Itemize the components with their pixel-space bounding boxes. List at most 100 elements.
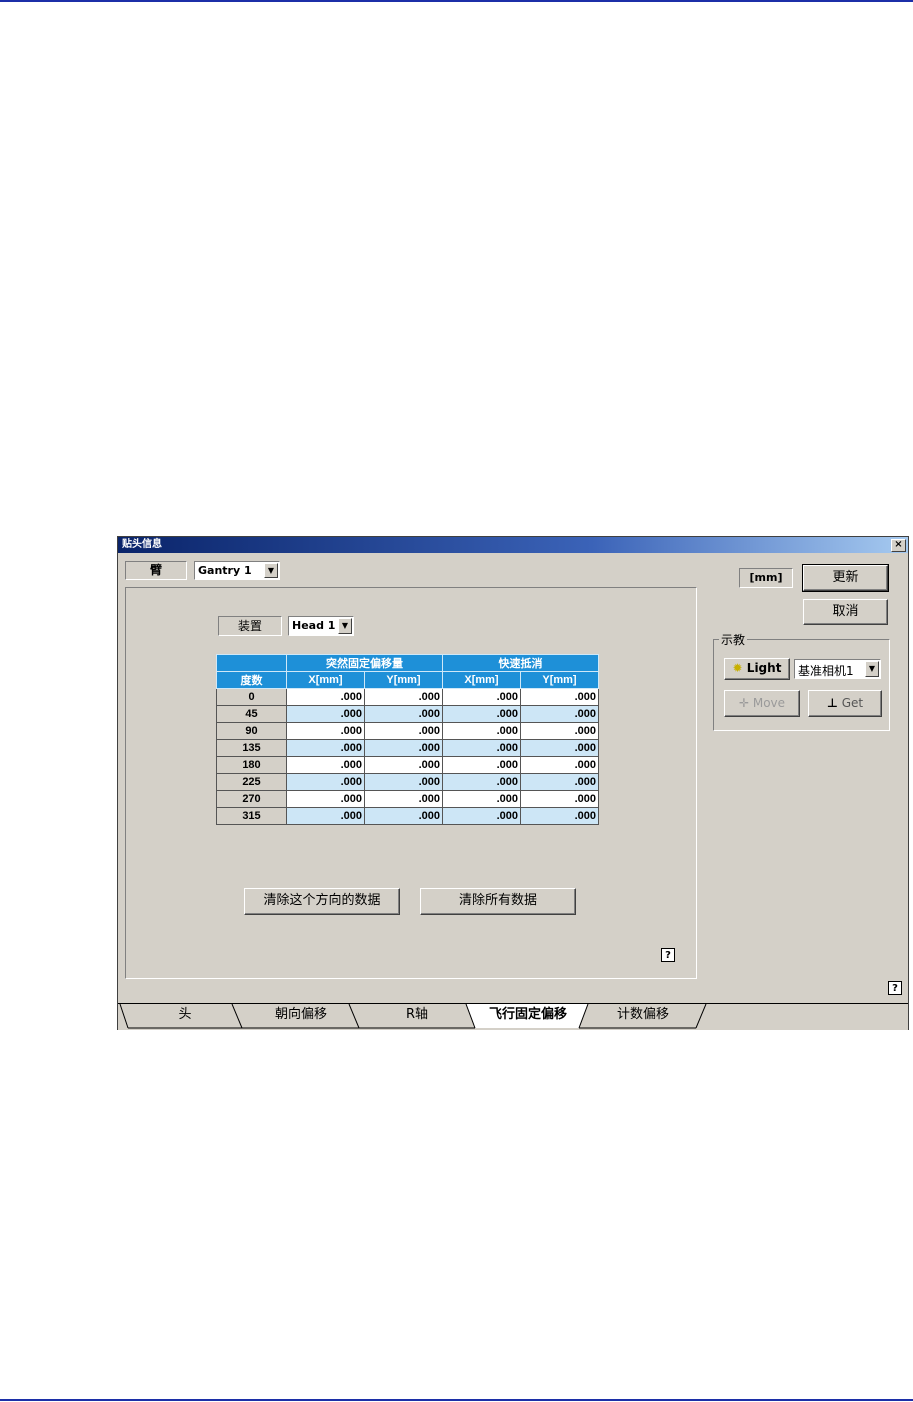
column-header-y2: Y[mm]	[520, 671, 599, 689]
table-column-header-row: 度数 X[mm] Y[mm] X[mm] Y[mm]	[216, 671, 599, 689]
column-header-x2: X[mm]	[442, 671, 521, 689]
value-cell[interactable]: .000	[364, 756, 443, 774]
move-button-label: Move	[752, 696, 786, 710]
value-cell[interactable]: .000	[364, 688, 443, 706]
camera-select-value: 基准相机1	[798, 664, 854, 678]
arm-select[interactable]: Gantry 1 ▼	[194, 561, 280, 580]
value-cell[interactable]: .000	[286, 739, 365, 757]
tab-r-axis[interactable]: R轴	[363, 1004, 471, 1030]
update-button[interactable]: 更新	[802, 564, 889, 592]
value-cell[interactable]: .000	[442, 688, 521, 706]
group-header-sudden-offset: 突然固定偏移量	[286, 654, 443, 672]
value-cell[interactable]: .000	[364, 739, 443, 757]
page-top-rule	[0, 0, 913, 2]
cancel-button[interactable]: 取消	[803, 599, 888, 625]
get-button-label: Get	[841, 696, 864, 710]
column-header-y1: Y[mm]	[364, 671, 443, 689]
chevron-down-icon[interactable]: ▼	[338, 618, 352, 634]
tab-count-offset[interactable]: 计数偏移	[593, 1004, 693, 1030]
group-header-quick-cancel: 快速抵消	[442, 654, 599, 672]
chevron-down-icon[interactable]: ▼	[865, 661, 879, 677]
value-cell[interactable]: .000	[442, 739, 521, 757]
panel-help-icon[interactable]: ?	[661, 948, 675, 962]
clear-direction-button[interactable]: 清除这个方向的数据	[244, 888, 400, 915]
value-cell[interactable]: .000	[442, 705, 521, 723]
table-row: 270 .000 .000 .000 .000	[216, 790, 599, 808]
teach-group-label: 示教	[719, 631, 748, 648]
clear-all-button[interactable]: 清除所有数据	[420, 888, 576, 915]
table-row: 45 .000 .000 .000 .000	[216, 705, 599, 723]
value-cell[interactable]: .000	[520, 705, 599, 723]
value-cell[interactable]: .000	[286, 790, 365, 808]
page-bottom-rule	[0, 1399, 913, 1401]
value-cell[interactable]: .000	[286, 773, 365, 791]
tab-orientation-offset[interactable]: 朝向偏移	[246, 1004, 356, 1030]
column-header-degree: 度数	[216, 671, 287, 689]
value-cell[interactable]: .000	[520, 790, 599, 808]
value-cell[interactable]: .000	[364, 790, 443, 808]
value-cell[interactable]: .000	[364, 773, 443, 791]
table-row: 90 .000 .000 .000 .000	[216, 722, 599, 740]
close-button[interactable]: ×	[891, 539, 906, 552]
light-bulb-icon: ✹	[732, 661, 743, 675]
value-cell[interactable]: .000	[520, 739, 599, 757]
get-axis-icon: ⊥	[826, 696, 838, 710]
window-title: 贴头信息	[122, 539, 162, 550]
table-row: 225 .000 .000 .000 .000	[216, 773, 599, 791]
table-row: 0 .000 .000 .000 .000	[216, 688, 599, 706]
value-cell[interactable]: .000	[364, 807, 443, 825]
tab-head[interactable]: 头	[132, 1004, 238, 1030]
value-cell[interactable]: .000	[442, 807, 521, 825]
tab-bar: 头 朝向偏移 R轴 飞行固定偏移 计数偏移	[118, 1003, 908, 1030]
value-cell[interactable]: .000	[286, 807, 365, 825]
light-button[interactable]: ✹ Light	[724, 658, 790, 680]
table-group-header-row: 突然固定偏移量 快速抵消	[216, 654, 599, 672]
value-cell[interactable]: .000	[442, 773, 521, 791]
value-cell[interactable]: .000	[286, 722, 365, 740]
degree-cell: 225	[216, 773, 287, 791]
table-corner	[216, 654, 287, 672]
value-cell[interactable]: .000	[286, 688, 365, 706]
value-cell[interactable]: .000	[364, 705, 443, 723]
arm-label: 臂	[125, 561, 187, 580]
degree-cell: 315	[216, 807, 287, 825]
value-cell[interactable]: .000	[520, 756, 599, 774]
value-cell[interactable]: .000	[364, 722, 443, 740]
arm-select-value: Gantry 1	[198, 564, 252, 577]
teach-group: 示教 ✹ Light 基准相机1 ▼ ✛ Move ⊥ Get	[713, 631, 890, 731]
table-row: 315 .000 .000 .000 .000	[216, 807, 599, 825]
value-cell[interactable]: .000	[442, 790, 521, 808]
move-button[interactable]: ✛ Move	[724, 690, 800, 717]
degree-cell: 45	[216, 705, 287, 723]
device-select[interactable]: Head 1 ▼	[288, 616, 354, 636]
degree-cell: 180	[216, 756, 287, 774]
device-select-value: Head 1	[292, 619, 336, 632]
tab-flight-fixed-offset[interactable]: 飞行固定偏移	[478, 1004, 578, 1030]
move-arrows-icon: ✛	[738, 696, 750, 710]
value-cell[interactable]: .000	[520, 807, 599, 825]
value-cell[interactable]: .000	[442, 756, 521, 774]
value-cell[interactable]: .000	[442, 722, 521, 740]
title-bar[interactable]: 贴头信息 ×	[118, 537, 908, 553]
device-label: 装置	[218, 616, 282, 636]
degree-cell: 270	[216, 790, 287, 808]
window-help-icon[interactable]: ?	[888, 981, 902, 995]
value-cell[interactable]: .000	[520, 688, 599, 706]
camera-select[interactable]: 基准相机1 ▼	[794, 659, 881, 679]
offset-table: 突然固定偏移量 快速抵消 度数 X[mm] Y[mm] X[mm] Y[mm] …	[216, 654, 599, 825]
get-button[interactable]: ⊥ Get	[808, 690, 882, 717]
degree-cell: 135	[216, 739, 287, 757]
value-cell[interactable]: .000	[520, 773, 599, 791]
degree-cell: 90	[216, 722, 287, 740]
table-row: 135 .000 .000 .000 .000	[216, 739, 599, 757]
table-row: 180 .000 .000 .000 .000	[216, 756, 599, 774]
light-button-label: Light	[746, 661, 782, 675]
unit-label: [mm]	[739, 568, 793, 588]
degree-cell: 0	[216, 688, 287, 706]
head-info-dialog: 贴头信息 × 臂 Gantry 1 ▼ [mm] 更新 取消 装置 Head 1…	[117, 536, 909, 1030]
chevron-down-icon[interactable]: ▼	[264, 563, 278, 578]
value-cell[interactable]: .000	[286, 705, 365, 723]
value-cell[interactable]: .000	[286, 756, 365, 774]
column-header-x1: X[mm]	[286, 671, 365, 689]
value-cell[interactable]: .000	[520, 722, 599, 740]
